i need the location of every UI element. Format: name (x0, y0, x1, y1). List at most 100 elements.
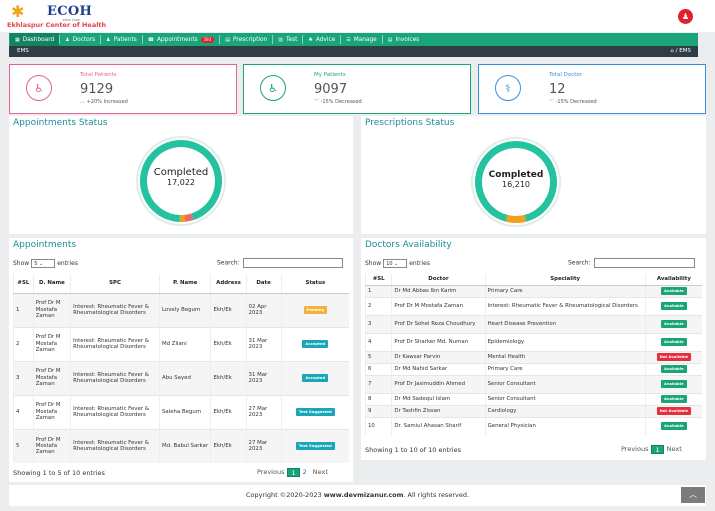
table-row[interactable]: 1 Prof Dr M Mostafa Zaman Interest: Rheuma… (13, 292, 349, 327)
appointments-page-size-select[interactable]: 5 ⌄ (31, 259, 56, 268)
cell-sl: 1 (13, 292, 34, 327)
column-header[interactable]: Speciality (484, 274, 646, 286)
cell-availability: Available (644, 392, 702, 405)
user-menu-button[interactable]: ♟ (678, 9, 693, 24)
column-header[interactable]: SPC (70, 274, 160, 294)
table-row[interactable]: 7 Prof Dr Jasimuddin Ahmed Senior Consulta… (364, 374, 702, 393)
nav-item-invoices[interactable]: ▤ Invoices (383, 33, 424, 46)
table-row[interactable]: 3 Prof Dr M Mostafa Zaman Interest: Rheuma… (13, 360, 349, 395)
donut-segment[interactable] (505, 214, 527, 223)
scroll-top-button[interactable]: ︿ (681, 487, 705, 503)
home-icon[interactable]: ⌂ (670, 48, 674, 54)
column-header[interactable]: Status (280, 274, 349, 294)
cell-speciality: Mental Health (484, 350, 646, 363)
copyright-suffix: . All rights reserved. (403, 491, 470, 499)
donut-segment[interactable] (179, 214, 185, 222)
nav-item-dashboard[interactable]: ▦ Dashboard (10, 33, 60, 46)
column-header[interactable]: #SL (364, 274, 392, 286)
stat-label: Total Patients (80, 72, 117, 78)
cell-doctor: Prof Dr M Mostafa Zaman (32, 292, 71, 327)
cell-spc: Interest: Rheumatic Fever & Rheumatologi… (70, 292, 160, 327)
cell-sl: 10 (364, 416, 392, 435)
column-header[interactable]: D. Name (32, 274, 71, 294)
nav-item-test[interactable]: ▥ Test (273, 33, 302, 46)
trend-arrow-icon: ︿ (80, 99, 86, 105)
cell-doctor: Dr Kawsar Parvin (391, 350, 486, 363)
breadcrumb-bar: EMS ⌂ / EMS (9, 46, 698, 57)
pagination-previous[interactable]: Previous (618, 445, 651, 454)
column-header[interactable]: Date (245, 274, 282, 294)
nav-item-patients[interactable]: ♟ Patients (101, 33, 142, 46)
stat-value: 9129 (80, 82, 114, 97)
table-row[interactable]: 8 Dr Md Sadequl Islam Senior Consultant Ava… (364, 392, 702, 405)
appointments-status-title: Appointments Status (13, 118, 108, 128)
column-header[interactable]: Availability (644, 274, 702, 286)
pagination-next[interactable]: Next (664, 445, 685, 454)
stat-card-total-patients: ♿ Total Patients 9129 ︿ +20% Increased (9, 64, 237, 114)
cell-availability: Not Available (644, 350, 702, 363)
cell-doctor: Prof Dr M Mostafa Zaman (32, 360, 71, 395)
appointments-search-control: Search: (217, 258, 343, 268)
table-row[interactable]: 6 Dr Md Nahid Sarkar Primary Care Available (364, 362, 702, 375)
nav-item-prescription[interactable]: ▤ Prescription (220, 33, 272, 46)
stat-change: ﹀ -15% Decreased (549, 98, 597, 105)
table-row[interactable]: 4 Prof Dr Sharker Md. Numan Epidemiology Av… (364, 332, 702, 351)
dashboard-icon: ▦ (15, 36, 20, 43)
cell-availability: Not Available (644, 404, 702, 417)
cell-doctor: Dr. Samiul Ahasan Sharif (391, 416, 486, 435)
table-row[interactable]: 2 Prof Dr M Mostafa Zaman Interest: Rheuma… (364, 296, 702, 315)
pagination-previous[interactable]: Previous (254, 468, 287, 477)
pagination-page[interactable]: 2 (300, 468, 310, 477)
table-row[interactable]: 4 Prof Dr M Mostafa Zaman Interest: Rheuma… (13, 394, 349, 429)
appointments-search-input[interactable] (242, 258, 343, 268)
invoices-icon: ▤ (387, 36, 393, 43)
table-row[interactable]: 5 Dr Kawsar Parvin Mental Health Not Availa… (364, 350, 702, 363)
appointments-pagination: Previous 1 2 Next (254, 468, 331, 477)
page-size-value: 5 (34, 261, 38, 267)
column-header[interactable]: Doctor (391, 274, 486, 286)
table-row[interactable]: 5 Prof Dr M Mostafa Zaman Interest: Rheuma… (13, 428, 349, 463)
stat-card-my-patients: ♿ My Patients 9097 ﹀ -15% Decreased (243, 64, 471, 114)
cell-spc: Interest: Rheumatic Fever & Rheumatologi… (70, 394, 160, 429)
column-header-label: Doctor (428, 276, 449, 283)
cell-address: Ekh/Ek (210, 428, 247, 463)
availability-badge: Not Available (656, 352, 692, 362)
nav-item-manage[interactable]: ☰ Manage (341, 33, 382, 46)
availability-badge: Available (661, 319, 687, 329)
cell-address: Ekh/Ek (210, 292, 247, 327)
table-row[interactable]: 10 Dr. Samiul Ahasan Sharif General Physic… (364, 416, 702, 435)
column-header[interactable]: #SL (13, 274, 34, 294)
nav-item-label: Doctors (72, 36, 96, 43)
doctors-page-size-select[interactable]: 10 ⌄ (383, 259, 408, 268)
doctors-search-input[interactable] (593, 258, 695, 268)
pagination-page[interactable]: 1 (651, 445, 664, 454)
column-header-label: SPC (109, 280, 121, 287)
doctors-length-control: Show 10 ⌄ entries (365, 259, 430, 268)
table-row[interactable]: 2 Prof Dr M Mostafa Zaman Interest: Rheuma… (13, 326, 349, 361)
cell-patient: Saleha Begum (158, 394, 211, 429)
prescription-icon: ▤ (225, 36, 231, 43)
stat-label: Total Doctor (549, 72, 582, 78)
column-header[interactable]: P. Name (158, 274, 211, 294)
cell-sl: 7 (364, 374, 392, 393)
table-row[interactable]: 1 Dr Md Abbas Ibn Karim Primary Care Availa… (364, 284, 702, 297)
table-row[interactable]: 9 Dr Tashfin Zissan Cardiology Not Availabl… (364, 404, 702, 417)
table-row[interactable]: 3 Prof Dr Sohel Reza Choudhury Heart Disea… (364, 314, 702, 333)
nav-item-appointments[interactable]: ☎ Appointments 593 (143, 33, 219, 46)
pagination-page[interactable]: 1 (287, 468, 300, 477)
availability-badge: Available (661, 301, 687, 311)
brand-logo[interactable]: ✱ ECOH ESTD 1998 Ekhlaspur Center of Hea… (7, 3, 137, 30)
nav-item-advice[interactable]: ♣ Advice (303, 33, 340, 46)
cell-speciality: Cardiology (484, 404, 646, 417)
cell-date: 02 Apr 2023 (245, 292, 282, 327)
cell-speciality: Epidemiology (484, 332, 646, 351)
pagination-next[interactable]: Next (310, 468, 331, 477)
column-header[interactable]: Address (210, 274, 247, 294)
footer-site-link[interactable]: www.devmizanur.com (324, 491, 404, 499)
status-badge: Pending (303, 305, 328, 315)
nav-item-doctors[interactable]: ♟ Doctors (60, 33, 100, 46)
availability-badge: Available (661, 286, 687, 296)
status-badge: Test Suggested (295, 407, 335, 417)
doctors-table: #SL Doctor Speciality Availability 1 Dr Md A… (364, 274, 702, 435)
appointments-icon: ☎ (147, 36, 155, 43)
